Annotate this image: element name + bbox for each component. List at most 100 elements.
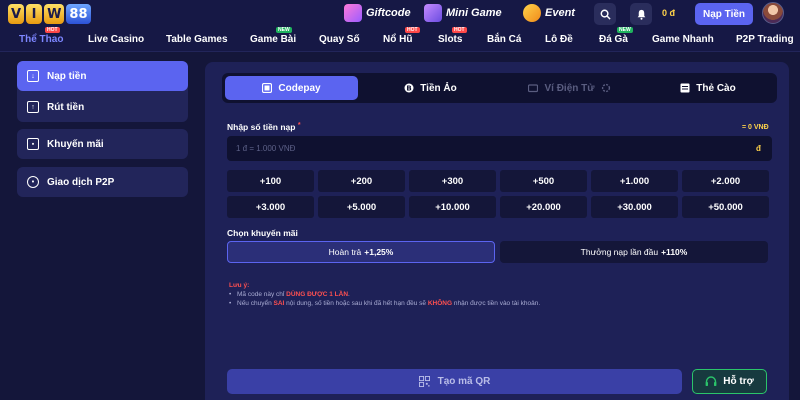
quick-amount-button[interactable]: +5.000 [318,196,405,218]
header-deposit-button[interactable]: Nạp Tiền [695,3,753,25]
nav-label: Đá Gà [599,34,628,45]
quick-amount-button[interactable]: +50.000 [682,196,769,218]
sidebar-item-label: Nạp tiền [47,70,87,82]
hot-badge: HOT [45,27,60,33]
nav-item-quay-so[interactable]: Quay Số [319,34,360,45]
notes-block: Lưu ý: Mã code này chỉ DÙNG ĐƯỢC 1 LẦN. … [229,281,540,308]
ewallet-icon [528,84,539,93]
sidebar-item-giao-dich-p2p[interactable]: • Giao dịch P2P [17,167,188,197]
promo-option-label: Hoàn trả [328,247,362,257]
notification-button[interactable] [630,3,652,25]
codepay-icon [262,83,273,93]
nav-item-the-thao[interactable]: Thể Thao HOT [19,27,64,45]
promo-option-value: +110% [661,247,688,257]
tab-the-cao[interactable]: Thẻ Cào [642,76,774,100]
amount-label-text: Nhập số tiền nạp [227,122,296,132]
note-line: Mã code này chỉ DÙNG ĐƯỢC 1 LẦN. [229,290,540,299]
arcade-icon [424,4,442,22]
event-link[interactable]: Event [523,4,575,22]
nav-label: Quay Số [319,34,360,45]
amount-input[interactable] [227,136,772,161]
quick-amount-button[interactable]: +30.000 [591,196,678,218]
quick-amount-button[interactable]: +10.000 [409,196,496,218]
nav-label: Slots [438,34,463,45]
nav-item-live-casino[interactable]: Live Casino [88,34,144,45]
nav-item-lo-de[interactable]: Lô Đề [545,34,573,45]
search-button[interactable] [594,3,616,25]
sidebar-item-label: Giao dịch P2P [47,176,115,188]
quick-amount-button[interactable]: +20.000 [500,196,587,218]
deposit-panel: Codepay B Tiền Ảo Ví Điện Tử Thẻ Cào Nhậ… [205,62,789,400]
balance-display: 0 đ [662,8,676,18]
currency-unit: đ [756,144,761,153]
mini-game-link[interactable]: Mini Game [424,4,502,22]
nav-label: Live Casino [88,34,145,45]
nav-item-game-bai[interactable]: Game Bài NEW [250,27,297,45]
sidebar-item-khuyen-mai[interactable]: ▪ Khuyến mãi [17,129,188,159]
logo-number: 88 [66,4,91,24]
nav-item-p2p-trading[interactable]: P2P Trading [736,34,794,45]
sidebar-item-label: Khuyến mãi [47,138,104,150]
notes-title: Lưu ý: [229,282,250,289]
support-label: Hỗ trợ [723,376,754,387]
nav-item-ban-ca[interactable]: Bắn Cá [487,34,521,45]
nav-item-table-games[interactable]: Table Games [166,34,228,45]
required-mark: * [297,122,301,129]
wallet-in-icon: ↓ [27,70,39,82]
hot-badge: HOT [452,27,467,33]
crypto-icon: B [404,83,414,93]
giftcode-label: Giftcode [366,7,411,19]
top-bar: V I W 88 Giftcode Mini Game Event 0 đ Nạ… [0,0,800,28]
nav-item-da-ga[interactable]: Đá Gà NEW [599,27,633,45]
tab-codepay[interactable]: Codepay [225,76,358,100]
brand-logo[interactable]: V I W 88 [8,2,96,26]
nav-label: Lô Đề [545,34,573,45]
search-icon [600,9,611,20]
promo-option-thuong-nap[interactable]: Thưởng nạp lần đầu +110% [500,241,768,263]
promo-option-value: +1,25% [364,247,394,257]
gift-icon [344,4,362,22]
logo-letter-i: I [26,4,43,24]
maintenance-icon [601,83,610,93]
quick-amount-button[interactable]: +500 [500,170,587,192]
quick-amount-button[interactable]: +2.000 [682,170,769,192]
nav-item-slots[interactable]: Slots HOT [438,27,467,45]
conversion-display: = 0 VNĐ [742,124,769,131]
nav-item-no-hu[interactable]: Nổ Hũ HOT [383,27,420,45]
tab-tien-ao[interactable]: B Tiền Ảo [364,76,497,100]
quick-amount-button[interactable]: +1.000 [591,170,678,192]
hot-badge: HOT [405,27,420,33]
avatar[interactable] [762,2,784,24]
event-label: Event [545,7,575,19]
promo-option-hoan-tra[interactable]: Hoàn trả +1,25% [227,241,495,263]
promo-section-label: Chọn khuyến mãi [227,228,298,238]
sidebar-item-nap-tien[interactable]: ↓ Nạp tiền [17,61,188,91]
nav-label: Nổ Hũ [383,34,413,45]
svg-text:B: B [407,85,412,93]
giftcode-link[interactable]: Giftcode [344,4,411,22]
payment-method-tabs: Codepay B Tiền Ảo Ví Điện Tử Thẻ Cào [222,73,777,103]
note-line: Nếu chuyển SAI nội dung, số tiền hoặc sa… [229,299,540,308]
quick-amount-button[interactable]: +3.000 [227,196,314,218]
category-nav: Thể Thao HOT Live Casino Table Games Gam… [0,27,800,52]
logo-letter-w: W [44,4,65,24]
support-button[interactable]: Hỗ trợ [692,369,767,394]
mini-game-label: Mini Game [446,7,502,19]
sidebar-p2p: • Giao dịch P2P [17,167,188,197]
nav-label: P2P Trading [736,34,794,45]
nav-label: Game Bài [250,34,297,45]
sidebar-item-rut-tien[interactable]: ↑ Rút tiền [17,92,188,122]
nav-label: Bắn Cá [487,34,522,45]
sidebar-transactions: ↓ Nạp tiền ↑ Rút tiền [17,61,188,122]
nav-label: Thể Thao [19,34,64,45]
sidebar-promotions: ▪ Khuyến mãi [17,129,188,159]
quick-amount-button[interactable]: +300 [409,170,496,192]
tab-label: Codepay [278,82,321,94]
nav-item-game-nhanh[interactable]: Game Nhanh [652,34,714,45]
bell-icon [637,9,645,20]
new-badge: NEW [617,27,633,33]
quick-amount-button[interactable]: +200 [318,170,405,192]
create-qr-button[interactable]: Tạo mã QR [227,369,682,394]
quick-amount-button[interactable]: +100 [227,170,314,192]
tab-vi-dien-tu[interactable]: Ví Điện Tử [503,76,636,100]
